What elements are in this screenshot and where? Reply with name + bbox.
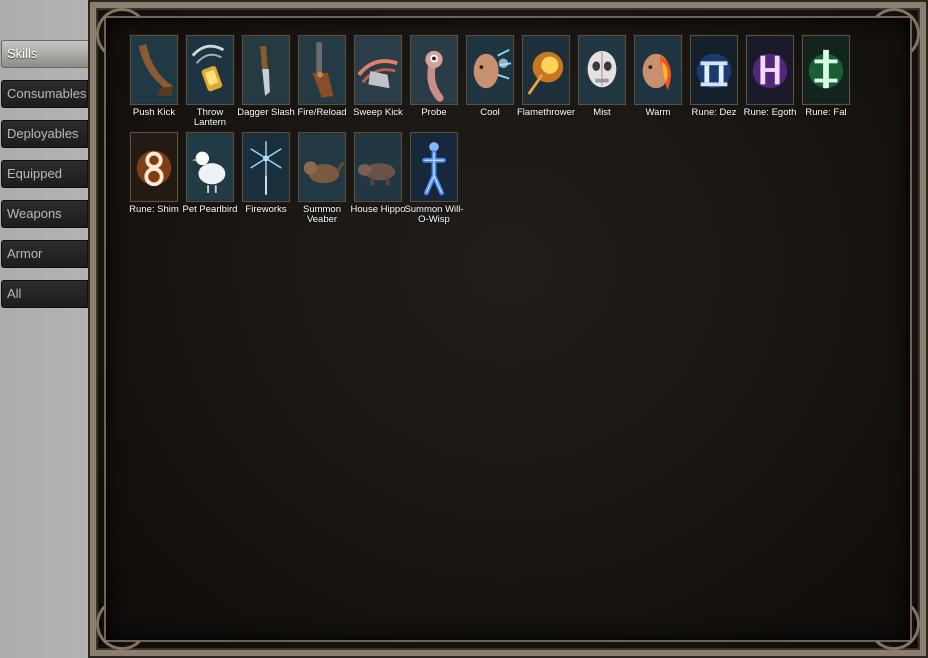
skill-label: Summon Veaber: [302, 204, 341, 225]
skill-rune-fal[interactable]: Rune: Fal: [802, 35, 850, 128]
lantern-icon: [187, 36, 233, 104]
boot-icon: [131, 36, 177, 104]
skill-label: Mist: [593, 107, 611, 118]
skill-label: Cool: [480, 107, 500, 118]
skill-label: Rune: Dez: [691, 107, 737, 118]
skill-card[interactable]: [130, 35, 178, 105]
rune-shim-icon: [131, 133, 177, 201]
skill-card[interactable]: [802, 35, 850, 105]
skill-card[interactable]: [522, 35, 570, 105]
rune-dez-icon: [691, 36, 737, 104]
skill-card[interactable]: [354, 35, 402, 105]
skill-label: Fire/Reload: [297, 107, 347, 118]
skill-card[interactable]: [242, 35, 290, 105]
corner-ornament-icon: [868, 598, 920, 650]
dagger-icon: [243, 36, 289, 104]
tab-weapons[interactable]: Weapons: [1, 200, 88, 228]
tab-deployables[interactable]: Deployables: [1, 120, 88, 148]
skill-label: Rune: Shim: [129, 204, 179, 215]
skill-card[interactable]: [354, 132, 402, 202]
skill-label: Flamethrower: [516, 107, 576, 118]
skill-card[interactable]: [242, 132, 290, 202]
skill-fire-reload[interactable]: Fire/Reload: [297, 35, 347, 128]
sweep-boot-icon: [355, 36, 401, 104]
skill-card[interactable]: [466, 35, 514, 105]
tab-equipped[interactable]: Equipped: [1, 160, 88, 188]
skill-label: Dagger Slash: [237, 107, 295, 118]
skill-rune-egoth[interactable]: Rune: Egoth: [744, 35, 796, 128]
rune-egoth-icon: [747, 36, 793, 104]
fireworks-icon: [243, 133, 289, 201]
rune-fal-icon: [803, 36, 849, 104]
skill-card[interactable]: [186, 35, 234, 105]
skill-card[interactable]: [410, 132, 458, 202]
skill-card[interactable]: [578, 35, 626, 105]
veaber-icon: [299, 133, 345, 201]
flame-burst-icon: [523, 36, 569, 104]
skill-label: Probe: [421, 107, 447, 118]
skill-card[interactable]: [634, 35, 682, 105]
pearlbird-icon: [187, 133, 233, 201]
skill-probe[interactable]: Probe: [410, 35, 458, 128]
skill-cool[interactable]: Cool: [466, 35, 514, 128]
skill-label: Fireworks: [245, 204, 287, 215]
skill-summon-will-o-wisp[interactable]: Summon Will-O-Wisp: [404, 132, 464, 225]
skill-pet-pearlbird[interactable]: Pet Pearlbird: [183, 132, 237, 225]
skill-label: Throw Lantern: [193, 107, 227, 128]
skill-summon-veaber[interactable]: Summon Veaber: [298, 132, 346, 225]
skill-house-hippo[interactable]: House Hippo: [351, 132, 405, 225]
tab-all[interactable]: All: [1, 280, 88, 308]
skill-label: Rune: Fal: [805, 107, 847, 118]
skill-rune-shim[interactable]: Rune: Shim: [129, 132, 179, 225]
skull-face-icon: [579, 36, 625, 104]
skill-push-kick[interactable]: Push Kick: [130, 35, 178, 128]
skill-card[interactable]: [130, 132, 178, 202]
skill-label: Push Kick: [132, 107, 176, 118]
skill-fireworks[interactable]: Fireworks: [242, 132, 290, 225]
skill-card[interactable]: [186, 132, 234, 202]
skill-label: Warm: [645, 107, 671, 118]
skill-label: Rune: Egoth: [743, 107, 797, 118]
skill-card[interactable]: [746, 35, 794, 105]
skill-label: Summon Will-O-Wisp: [404, 204, 464, 225]
skill-label: Pet Pearlbird: [182, 204, 238, 215]
skill-card[interactable]: [690, 35, 738, 105]
tab-consumables[interactable]: Consumables: [1, 80, 88, 108]
probe-worm-icon: [411, 36, 457, 104]
skill-card[interactable]: [298, 35, 346, 105]
hippo-icon: [355, 133, 401, 201]
skill-sweep-kick[interactable]: Sweep Kick: [353, 35, 403, 128]
skill-warm[interactable]: Warm: [634, 35, 682, 128]
skill-rune-dez[interactable]: Rune: Dez: [690, 35, 738, 128]
skill-label: Sweep Kick: [353, 107, 403, 118]
skill-card[interactable]: [410, 35, 458, 105]
category-sidebar: Skills Consumables Deployables Equipped …: [0, 0, 118, 658]
skill-flamethrower[interactable]: Flamethrower: [517, 35, 575, 128]
corner-ornament-icon: [868, 8, 920, 60]
skill-mist[interactable]: Mist: [578, 35, 626, 128]
skill-card[interactable]: [298, 132, 346, 202]
skills-grid: Push Kick Throw Lantern Dagger Slash Fir…: [129, 35, 870, 225]
skill-throw-lantern[interactable]: Throw Lantern: [186, 35, 234, 128]
tab-armor[interactable]: Armor: [1, 240, 88, 268]
fire-face-icon: [635, 36, 681, 104]
frost-face-icon: [467, 36, 513, 104]
pistol-icon: [299, 36, 345, 104]
skill-dagger-slash[interactable]: Dagger Slash: [237, 35, 295, 128]
wisp-icon: [411, 133, 457, 201]
corner-ornament-icon: [96, 598, 148, 650]
skill-label: House Hippo: [350, 204, 406, 215]
